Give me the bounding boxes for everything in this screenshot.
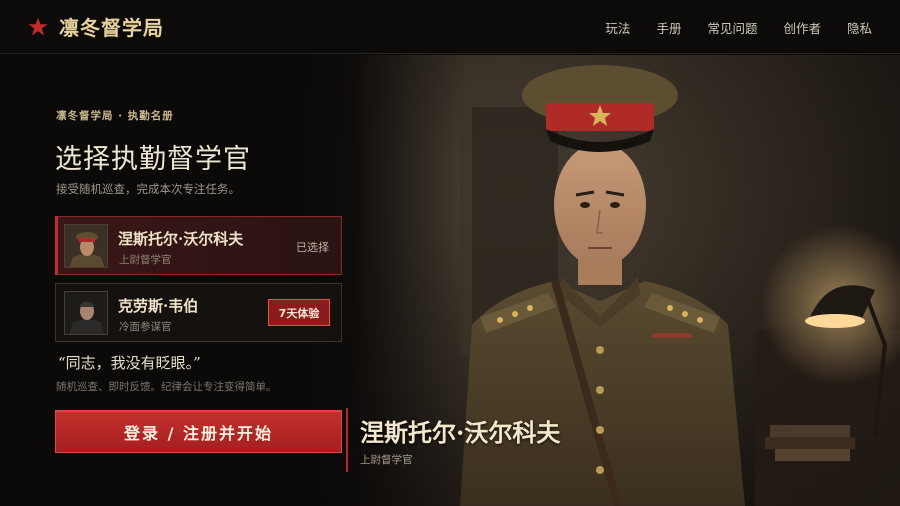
main-nav: 玩法 手册 常见问题 创作者 隐私 (579, 0, 872, 54)
officer-name: 涅斯托尔·沃尔科夫 (118, 230, 244, 248)
section-eyebrow: 凛冬督学局 · 执勤名册 (56, 110, 174, 122)
page-title: 选择执勤督学官 (55, 144, 251, 175)
nav-gameplay[interactable]: 玩法 (605, 18, 630, 37)
brand-name: 凛冬督学局 (59, 16, 164, 40)
red-star-icon (28, 16, 48, 36)
trial-button[interactable]: 7天体验 (268, 299, 330, 326)
officer-card-weber[interactable]: 克劳斯·韦伯 冷面参谋官 7天体验 (55, 283, 342, 342)
caption-divider (346, 408, 348, 472)
nav-creators[interactable]: 创作者 (783, 18, 821, 37)
brand[interactable]: 凛冬督学局 (27, 12, 164, 41)
officer-card-volkov[interactable]: 涅斯托尔·沃尔科夫 上尉督学官 已选择 (55, 216, 342, 275)
officer-quote: “同志，我没有眨眼。” (58, 354, 201, 372)
nav-faq[interactable]: 常见问题 (707, 18, 757, 37)
login-register-start-button[interactable]: 登录 / 注册并开始 (55, 410, 342, 453)
hero-officer-role: 上尉督学官 (360, 454, 413, 466)
officer-role: 冷面参谋官 (119, 321, 172, 333)
officer-avatar (64, 291, 108, 335)
officer-role: 上尉督学官 (119, 254, 172, 266)
page-subtitle: 接受随机巡查，完成本次专注任务。 (56, 182, 240, 196)
top-header: 凛冬督学局 玩法 手册 常见问题 创作者 隐私 (0, 0, 900, 54)
nav-privacy[interactable]: 隐私 (847, 18, 872, 37)
nav-manual[interactable]: 手册 (656, 18, 681, 37)
officer-avatar (64, 224, 108, 268)
quote-description: 随机巡查、即时反馈。纪律会让专注变得简单。 (56, 381, 277, 393)
officer-name: 克劳斯·韦伯 (118, 297, 199, 315)
hero-officer-name: 涅斯托尔·沃尔科夫 (360, 418, 561, 447)
selected-badge: 已选择 (296, 241, 329, 254)
